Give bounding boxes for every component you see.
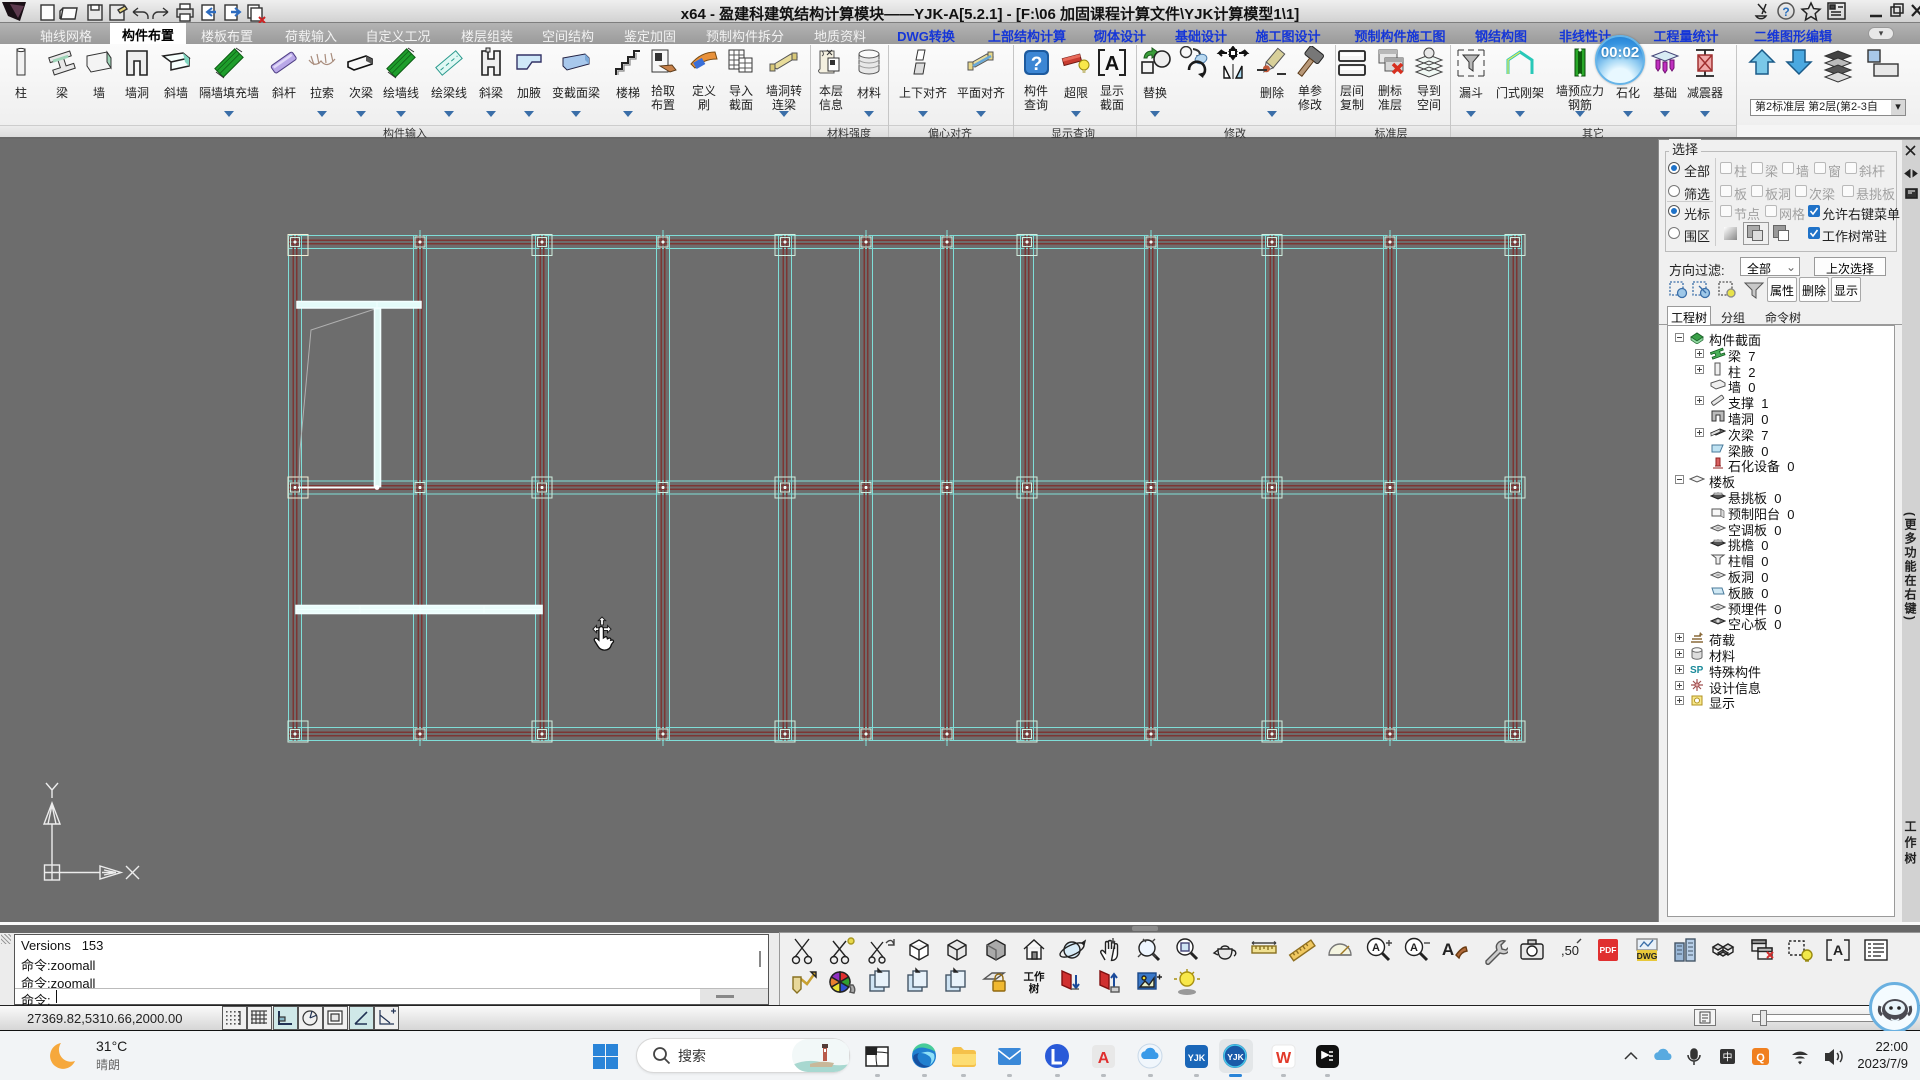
svg-text:树: 树 (1029, 982, 1040, 995)
svg-text:W: W (1276, 1050, 1292, 1067)
svg-text:A: A (1372, 942, 1380, 954)
svg-text:,50: ,50 (1561, 943, 1579, 958)
svg-text:?: ? (1782, 5, 1789, 19)
svg-text:中: 中 (1723, 1051, 1733, 1064)
svg-text:?: ? (1031, 54, 1043, 75)
svg-text:A: A (1833, 942, 1843, 958)
svg-text:YJK: YJK (1227, 1052, 1244, 1062)
svg-text:A: A (1442, 940, 1454, 959)
svg-text:YJK: YJK (1188, 1053, 1206, 1063)
svg-text:A: A (1105, 53, 1119, 75)
svg-text:A: A (1410, 942, 1418, 954)
svg-text:DWG: DWG (1636, 951, 1657, 961)
svg-text:工作: 工作 (1023, 970, 1045, 983)
svg-text:A: A (1098, 1050, 1110, 1067)
svg-text:SP: SP (1690, 665, 1704, 676)
svg-text:Q: Q (1756, 1052, 1765, 1064)
svg-text:PDF: PDF (1600, 945, 1617, 955)
